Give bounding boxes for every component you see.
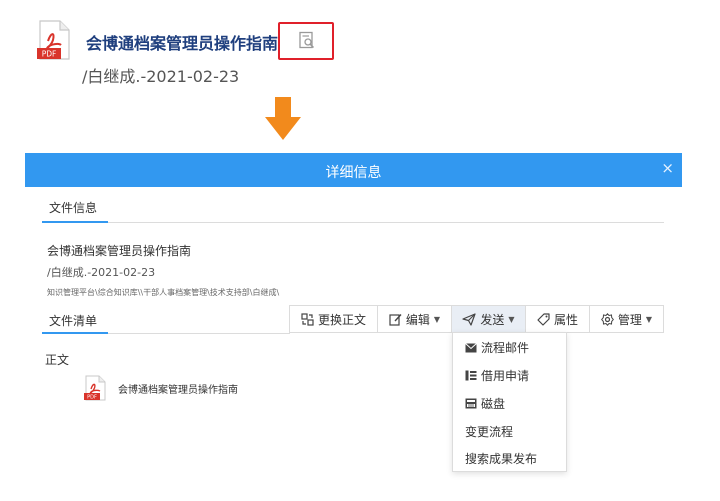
manage-label: 管理: [617, 312, 642, 327]
file-item-name[interactable]: 会博通档案管理员操作指南: [118, 381, 238, 396]
menu-item-label: 变更流程: [465, 425, 514, 439]
down-arrow-icon: [265, 97, 301, 140]
chevron-down-icon: ▼: [433, 314, 441, 324]
chevron-down-icon: ▼: [645, 314, 653, 324]
tab-file-list[interactable]: 文件清单: [49, 312, 97, 329]
menu-item-disk[interactable]: 磁盘: [465, 395, 505, 412]
menu-item-change-process[interactable]: 变更流程: [465, 423, 513, 440]
manage-button[interactable]: 管理 ▼: [590, 306, 663, 332]
menu-item-process-mail[interactable]: 流程邮件: [465, 339, 529, 356]
mail-icon: [465, 342, 477, 352]
dialog-title: 详细信息: [325, 165, 382, 181]
menu-item-label: 搜索成果发布: [465, 452, 538, 466]
highlight-box: [278, 22, 334, 60]
send-label: 发送: [480, 312, 505, 327]
replace-icon: [301, 312, 314, 326]
tab-underline: [42, 332, 108, 334]
doc-title: 会博通档案管理员操作指南: [47, 244, 192, 258]
properties-button[interactable]: 属性: [526, 306, 590, 332]
gear-icon: [600, 312, 614, 326]
toolbar: 更换正文 编辑 ▼ 发送 ▼ 属性 管理 ▼: [289, 305, 664, 333]
pdf-file-icon[interactable]: PDF: [84, 375, 106, 401]
menu-item-publish-results[interactable]: 搜索成果发布: [465, 450, 537, 467]
send-icon: [462, 312, 477, 326]
tag-icon: [537, 312, 550, 326]
callout-file-meta: /白继成.-2021-02-23: [82, 67, 240, 86]
menu-item-label: 借用申请: [481, 369, 530, 383]
menu-item-label: 流程邮件: [481, 341, 530, 355]
pdf-file-icon: PDF: [37, 20, 70, 60]
disk-icon: [465, 398, 477, 409]
tab-underline: [42, 221, 108, 223]
send-dropdown-menu: 流程邮件 借用申请 磁盘 变更流程 搜索成果发布: [452, 332, 567, 472]
menu-item-label: 磁盘: [481, 397, 506, 411]
doc-path: 知识管理平台\综合知识库\\干部人事档案管理\技术支持部\白继成\: [47, 288, 280, 297]
send-button[interactable]: 发送 ▼: [452, 306, 526, 332]
properties-label: 属性: [553, 312, 578, 327]
divider: [42, 222, 664, 223]
close-icon[interactable]: ×: [661, 159, 674, 177]
list-icon: [465, 370, 477, 381]
replace-body-button[interactable]: 更换正文: [290, 306, 378, 332]
callout-file-title[interactable]: 会博通档案管理员操作指南: [86, 30, 278, 54]
edit-button[interactable]: 编辑 ▼: [378, 306, 452, 332]
dialog-header: 详细信息 ×: [25, 153, 682, 187]
pdf-badge-text: PDF: [87, 395, 97, 401]
section-label-main-text: 正文: [45, 353, 70, 367]
edit-label: 编辑: [405, 312, 430, 327]
pdf-badge-text: PDF: [42, 50, 57, 59]
replace-body-label: 更换正文: [317, 312, 366, 327]
chevron-down-icon: ▼: [508, 314, 515, 324]
menu-item-borrow-request[interactable]: 借用申请: [465, 367, 529, 384]
edit-icon: [389, 313, 402, 326]
tab-file-info[interactable]: 文件信息: [49, 199, 97, 216]
doc-meta: /白继成.-2021-02-23: [47, 266, 156, 279]
